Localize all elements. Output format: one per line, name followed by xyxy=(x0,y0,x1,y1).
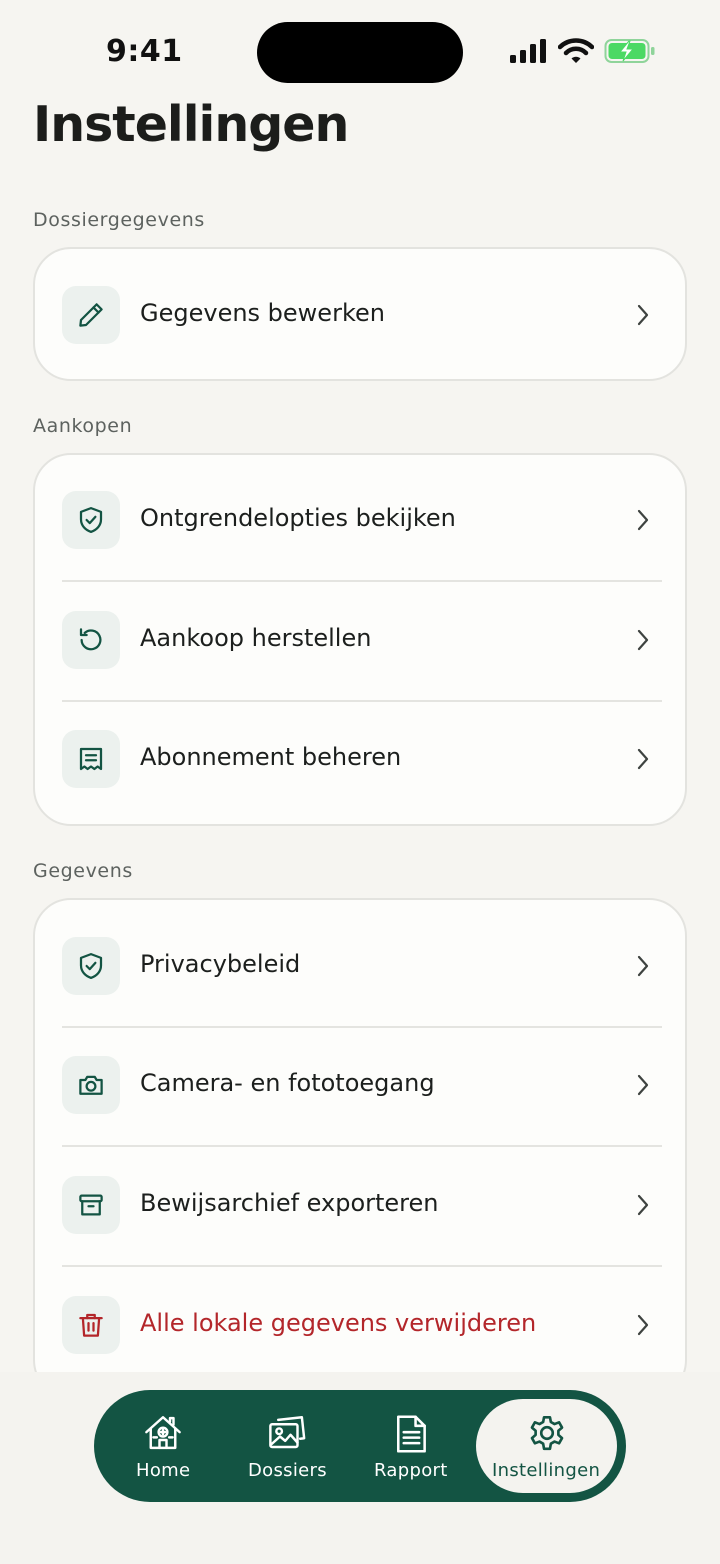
chevron-right-icon xyxy=(637,304,649,326)
row-label: Camera- en fototoegang xyxy=(140,1069,435,1097)
photos-icon xyxy=(269,1416,306,1449)
chevron-right-icon xyxy=(637,509,649,531)
row-abonnement-beheren[interactable]: Abonnement beheren xyxy=(35,700,685,819)
chevron-right-icon xyxy=(637,629,649,651)
section-label-gegevens: Gegevens xyxy=(33,860,133,882)
row-label: Privacybeleid xyxy=(140,950,301,978)
row-label: Aankoop herstellen xyxy=(140,624,372,652)
tab-label: Instellingen xyxy=(492,1460,601,1481)
restore-icon xyxy=(62,611,120,669)
shield-check-icon xyxy=(62,491,120,549)
section-label-dossiergegevens: Dossiergegevens xyxy=(33,209,205,231)
row-label: Bewijsarchief exporteren xyxy=(140,1189,439,1217)
chevron-right-icon xyxy=(637,1194,649,1216)
tab-label: Rapport xyxy=(374,1460,448,1481)
row-gegevens-verwijderen[interactable]: Alle lokale gegevens verwijderen xyxy=(35,1266,685,1385)
tab-label: Home xyxy=(136,1460,191,1481)
battery-charging-icon xyxy=(604,39,655,63)
tab-instellingen[interactable]: Instellingen xyxy=(476,1390,617,1502)
tab-bar: Home Dossiers Rapport Instellingen xyxy=(94,1390,626,1502)
document-icon xyxy=(397,1415,426,1453)
status-time: 9:41 xyxy=(106,34,183,69)
card-aankopen: Ontgrendelopties bekijken Aankoop herste… xyxy=(33,453,687,826)
gear-icon xyxy=(530,1415,564,1451)
settings-screen: 9:41 Instellingen Dossiergegevens Gegeve… xyxy=(0,0,720,1564)
card-dossiergegevens: Gegevens bewerken xyxy=(33,247,687,381)
cellular-signal-icon xyxy=(510,39,546,63)
row-privacybeleid[interactable]: Privacybeleid xyxy=(35,907,685,1026)
row-label: Ontgrendelopties bekijken xyxy=(140,504,456,532)
receipt-icon xyxy=(62,730,120,788)
chevron-right-icon xyxy=(637,1314,649,1336)
archive-icon xyxy=(62,1176,120,1234)
tab-home[interactable]: Home xyxy=(108,1390,218,1502)
tab-dossiers[interactable]: Dossiers xyxy=(232,1390,342,1502)
card-gegevens: Privacybeleid Camera- en fototoegang Bew… xyxy=(33,898,687,1398)
row-aankoop-herstellen[interactable]: Aankoop herstellen xyxy=(35,581,685,700)
dynamic-island xyxy=(257,22,463,83)
camera-icon xyxy=(62,1056,120,1114)
page-title: Instellingen xyxy=(33,96,349,153)
row-label: Gegevens bewerken xyxy=(140,299,385,327)
house-icon xyxy=(145,1416,181,1450)
status-icons xyxy=(508,38,656,64)
shield-check-icon xyxy=(62,937,120,995)
chevron-right-icon xyxy=(637,1074,649,1096)
row-label: Abonnement beheren xyxy=(140,743,402,771)
chevron-right-icon xyxy=(637,748,649,770)
row-ontgrendelopties[interactable]: Ontgrendelopties bekijken xyxy=(35,461,685,580)
chevron-right-icon xyxy=(637,955,649,977)
pencil-icon xyxy=(62,286,120,344)
trash-icon xyxy=(62,1296,120,1354)
wifi-icon xyxy=(558,38,594,63)
row-bewijsarchief-exporteren[interactable]: Bewijsarchief exporteren xyxy=(35,1146,685,1265)
row-gegevens-bewerken[interactable]: Gegevens bewerken xyxy=(35,256,685,375)
row-camera-fototoegang[interactable]: Camera- en fototoegang xyxy=(35,1026,685,1145)
section-label-aankopen: Aankopen xyxy=(33,415,133,437)
tab-label: Dossiers xyxy=(248,1460,327,1481)
tab-rapport[interactable]: Rapport xyxy=(356,1390,466,1502)
row-label-destructive: Alle lokale gegevens verwijderen xyxy=(140,1309,537,1337)
